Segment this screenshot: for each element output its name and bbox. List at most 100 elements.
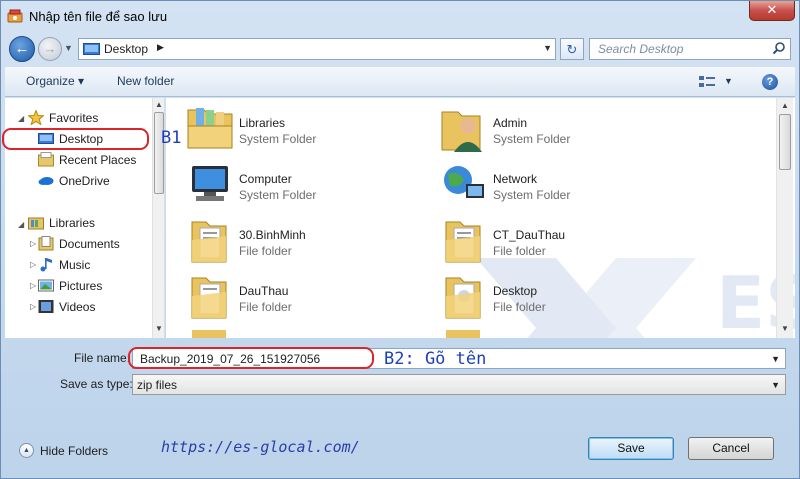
file-name: Desktop bbox=[493, 284, 538, 298]
nav-item-label: OneDrive bbox=[59, 174, 110, 188]
save-dialog: Nhập tên file để sao lưu ✕ ← → ▼ Desktop… bbox=[0, 0, 800, 479]
file-item-folder[interactable]: CT_DauThau File folder bbox=[420, 210, 660, 263]
breadcrumb-arrow-icon[interactable]: ▶ bbox=[157, 42, 164, 53]
cancel-button[interactable]: Cancel bbox=[688, 437, 774, 460]
expand-icon[interactable]: ▷ bbox=[30, 302, 36, 311]
search-icon[interactable] bbox=[772, 41, 786, 55]
recent-places-icon bbox=[38, 152, 54, 167]
folder-icon bbox=[446, 330, 480, 338]
file-type: File folder bbox=[239, 300, 292, 314]
user-folder-icon bbox=[441, 111, 482, 152]
network-icon bbox=[444, 166, 484, 198]
file-type: System Folder bbox=[239, 132, 317, 146]
folder-icon bbox=[445, 277, 481, 319]
annotation-highlight-desktop bbox=[2, 128, 149, 150]
chevron-up-icon: ▲ bbox=[19, 443, 34, 458]
scrollbar-thumb[interactable] bbox=[154, 112, 164, 194]
file-type: File folder bbox=[493, 244, 546, 258]
scrollbar-thumb[interactable] bbox=[779, 114, 791, 170]
annotation-url: https://es-glocal.com/ bbox=[161, 438, 360, 456]
scroll-down-icon[interactable]: ▼ bbox=[155, 324, 163, 333]
file-item-folder[interactable]: DauThau File folder bbox=[166, 266, 406, 319]
collapse-libraries-icon[interactable]: ◢ bbox=[18, 220, 24, 229]
pictures-icon bbox=[38, 279, 54, 292]
savetype-value: zip files bbox=[137, 378, 178, 392]
file-type: File folder bbox=[493, 300, 546, 314]
file-list-scrollbar[interactable]: ▲ ▼ bbox=[776, 98, 793, 338]
close-button[interactable]: ✕ bbox=[749, 1, 795, 21]
nav-libraries-label: Libraries bbox=[49, 216, 96, 230]
folder-icon bbox=[191, 221, 227, 263]
help-icon[interactable]: ? bbox=[762, 74, 778, 90]
file-item-computer[interactable]: Computer System Folder bbox=[166, 154, 406, 204]
file-item-folder[interactable]: 30.BinhMinh File folder bbox=[166, 210, 406, 263]
filename-dropdown-icon[interactable]: ▼ bbox=[771, 354, 780, 364]
search-box[interactable]: Search Desktop bbox=[589, 38, 791, 60]
folder-icon bbox=[192, 330, 226, 338]
savetype-label: Save as type: bbox=[60, 377, 133, 391]
annotation-highlight-filename bbox=[128, 347, 374, 369]
collapse-favorites-icon[interactable]: ◢ bbox=[18, 114, 24, 123]
folder-icon bbox=[445, 221, 481, 263]
save-button[interactable]: Save bbox=[588, 437, 674, 460]
address-bar[interactable]: Desktop ▶ ▼ bbox=[78, 38, 556, 60]
videos-icon bbox=[38, 300, 54, 313]
command-toolbar: Organize ▾ New folder ▼ ? bbox=[5, 67, 795, 97]
scroll-up-icon[interactable]: ▲ bbox=[781, 101, 789, 110]
file-type: File folder bbox=[239, 244, 292, 258]
nav-item-label: Music bbox=[59, 258, 91, 272]
change-view-icon[interactable] bbox=[699, 75, 715, 89]
app-icon bbox=[7, 9, 23, 23]
savetype-dropdown-icon[interactable]: ▼ bbox=[771, 380, 780, 390]
file-item-admin[interactable]: Admin System Folder bbox=[420, 98, 660, 152]
address-location: Desktop bbox=[104, 42, 149, 56]
cloud-icon bbox=[38, 177, 54, 185]
scroll-down-icon[interactable]: ▼ bbox=[781, 324, 789, 333]
file-name: Admin bbox=[493, 116, 528, 130]
address-dropdown-icon[interactable]: ▼ bbox=[543, 43, 552, 53]
nav-item-label: Pictures bbox=[59, 279, 103, 293]
file-name: CT_DauThau bbox=[493, 228, 566, 242]
new-folder-button[interactable]: New folder bbox=[117, 74, 174, 88]
file-item-libraries[interactable]: Libraries System Folder bbox=[166, 98, 406, 149]
file-name: Libraries bbox=[239, 116, 286, 130]
file-name: Network bbox=[493, 172, 538, 186]
navigation-bar: ← → ▼ Desktop ▶ ▼ ↻ Search Desktop bbox=[1, 33, 799, 65]
expand-icon[interactable]: ▷ bbox=[30, 239, 36, 248]
file-name: 30.BinhMinh bbox=[239, 228, 306, 242]
desktop-icon bbox=[83, 43, 100, 55]
search-input[interactable]: Search Desktop bbox=[598, 42, 683, 56]
back-button[interactable]: ← bbox=[9, 36, 35, 62]
file-name: DauThau bbox=[239, 284, 289, 298]
file-item-folder[interactable]: Desktop File folder bbox=[420, 266, 660, 319]
refresh-button[interactable]: ↻ bbox=[560, 38, 584, 60]
view-options-dropdown-icon[interactable]: ▼ bbox=[724, 76, 733, 86]
forward-button[interactable]: → bbox=[38, 37, 62, 61]
file-type: System Folder bbox=[239, 188, 317, 202]
expand-icon[interactable]: ▷ bbox=[30, 260, 36, 269]
nav-item-label: Documents bbox=[59, 237, 120, 251]
organize-button[interactable]: Organize ▾ bbox=[26, 74, 84, 88]
file-list: ES GLOCAL Libraries System Folder Admin … bbox=[166, 98, 795, 338]
computer-icon bbox=[192, 166, 228, 201]
recent-pages-dropdown[interactable]: ▼ bbox=[64, 43, 73, 53]
savetype-select[interactable]: zip files ▼ bbox=[132, 374, 786, 395]
expand-icon[interactable]: ▷ bbox=[30, 281, 36, 290]
scroll-up-icon[interactable]: ▲ bbox=[155, 100, 163, 109]
nav-item-label: Videos bbox=[59, 300, 96, 314]
file-item-network[interactable]: Network System Folder bbox=[420, 154, 660, 204]
folder-icon bbox=[191, 277, 227, 319]
hide-folders-label: Hide Folders bbox=[40, 444, 109, 458]
title-bar[interactable]: Nhập tên file để sao lưu ✕ bbox=[1, 1, 799, 31]
star-icon bbox=[28, 110, 44, 125]
annotation-step1: B1 bbox=[161, 128, 182, 148]
music-icon bbox=[40, 258, 52, 272]
libraries-icon bbox=[187, 108, 233, 149]
window-title: Nhập tên file để sao lưu bbox=[29, 9, 168, 24]
file-type: System Folder bbox=[493, 188, 571, 202]
nav-favorites-label: Favorites bbox=[49, 111, 99, 125]
filename-label: File name: bbox=[74, 351, 131, 365]
libraries-icon bbox=[28, 217, 44, 230]
annotation-step2: B2: Gõ tên bbox=[384, 349, 487, 369]
file-name: Computer bbox=[239, 172, 292, 186]
